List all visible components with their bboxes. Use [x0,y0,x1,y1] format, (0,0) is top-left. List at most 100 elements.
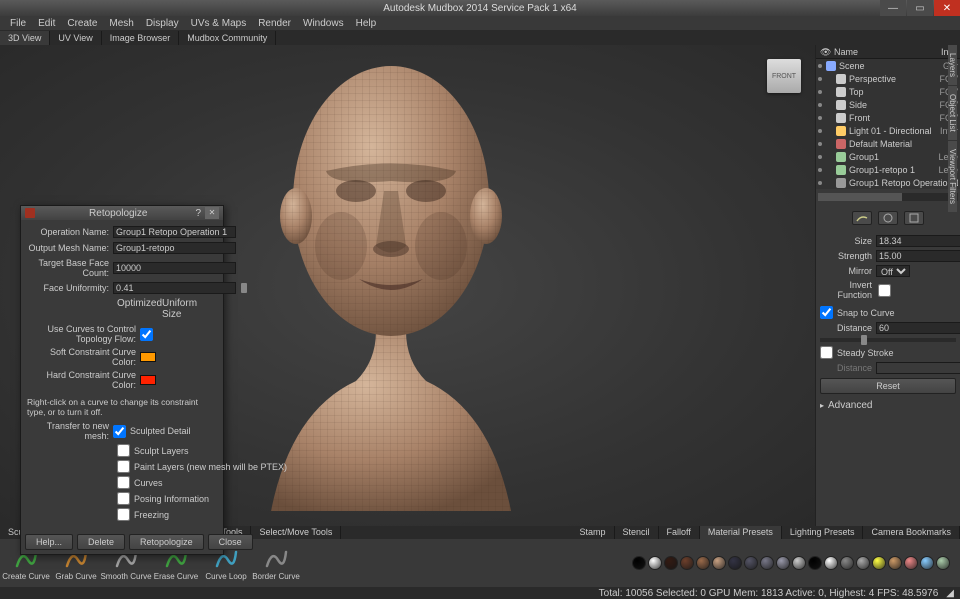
tab-3d-view[interactable]: 3D View [0,31,50,45]
material-swatch[interactable] [920,556,934,570]
tool-mode-square-icon[interactable] [904,211,924,225]
tool-mode-brush-icon[interactable] [852,211,872,225]
scene-scrollbar[interactable] [818,193,958,201]
menu-mesh[interactable]: Mesh [103,18,139,29]
menu-windows[interactable]: Windows [297,18,350,29]
preset-tab-lighting[interactable]: Lighting Presets [782,526,864,539]
shelf-tab-select[interactable]: Select/Move Tools [251,526,341,539]
scene-row[interactable]: Light 01 - DirectionalInter [816,124,960,137]
tab-uv-view[interactable]: UV View [50,31,101,45]
close-button[interactable]: ✕ [934,0,960,16]
scene-row[interactable]: Group1-retopo 1Leve [816,163,960,176]
scene-row[interactable]: Default Material [816,137,960,150]
tab-community[interactable]: Mudbox Community [179,31,276,45]
material-swatch[interactable] [936,556,950,570]
invert-checkbox[interactable] [878,284,891,297]
tool-mode-circle-icon[interactable] [878,211,898,225]
dialog-help-icon[interactable]: ? [195,208,201,219]
mirror-select[interactable]: Off [876,265,910,277]
side-tab-object-list[interactable]: Object List [948,86,957,140]
preset-tab-falloff[interactable]: Falloff [659,526,700,539]
material-swatch[interactable] [776,556,790,570]
dialog-title: Retopologize [41,208,195,219]
dialog-title-bar[interactable]: Retopologize ? ✕ [21,206,223,220]
transfer-check-0[interactable] [113,425,126,438]
retopologize-button[interactable]: Retopologize [129,534,204,550]
menu-display[interactable]: Display [140,18,185,29]
preset-tab-stencil[interactable]: Stencil [615,526,659,539]
material-swatch[interactable] [840,556,854,570]
reset-button[interactable]: Reset [820,378,956,394]
facecount-input[interactable] [113,262,236,274]
hardcolor-swatch[interactable] [140,375,156,385]
material-swatch[interactable] [680,556,694,570]
softcolor-swatch[interactable] [140,352,156,362]
menu-help[interactable]: Help [350,18,383,29]
material-swatch[interactable] [712,556,726,570]
menu-file[interactable]: File [4,18,32,29]
shelf-tool-border-curve[interactable]: Border Curve [256,546,296,581]
material-swatch[interactable] [760,556,774,570]
transfer-check-4[interactable] [117,492,130,505]
advanced-section[interactable]: ▸Advanced [820,400,956,411]
size-input[interactable] [876,235,960,247]
help-button[interactable]: Help... [25,534,73,550]
tab-image-browser[interactable]: Image Browser [102,31,180,45]
material-swatch[interactable] [904,556,918,570]
scene-list[interactable]: SceneGerPerspectiveFOVTopFOVSideFOVFront… [816,59,960,189]
material-swatch[interactable] [744,556,758,570]
minimize-button[interactable]: — [880,0,906,16]
close-dialog-button[interactable]: Close [208,534,253,550]
material-swatch[interactable] [696,556,710,570]
preset-tab-materials[interactable]: Material Presets [700,526,782,539]
delete-button[interactable]: Delete [77,534,125,550]
side-tab-viewport-filters[interactable]: Viewport Filters [948,141,957,212]
material-swatch[interactable] [632,556,646,570]
curve-tool-icon [264,546,288,570]
material-swatch[interactable] [728,556,742,570]
scene-row[interactable]: Group1 Retopo Operation 1 [816,176,960,189]
material-swatch[interactable] [856,556,870,570]
distance-input[interactable] [876,322,960,334]
scene-row[interactable]: FrontFOV [816,111,960,124]
material-swatch[interactable] [648,556,662,570]
name-column[interactable]: Name [830,45,937,58]
preset-tab-stamp[interactable]: Stamp [572,526,615,539]
nav-cube[interactable]: FRONT [767,59,801,93]
transfer-check-3[interactable] [117,476,130,489]
scene-row[interactable]: SideFOV [816,98,960,111]
outmesh-input[interactable] [113,242,236,254]
scene-row[interactable]: TopFOV [816,85,960,98]
opname-input[interactable] [113,226,236,238]
steady-checkbox[interactable] [820,346,833,359]
transfer-check-1[interactable] [117,444,130,457]
menu-edit[interactable]: Edit [32,18,61,29]
menu-render[interactable]: Render [252,18,297,29]
scene-row[interactable]: PerspectiveFOV [816,72,960,85]
transfer-check-2[interactable] [117,460,130,473]
material-swatch[interactable] [888,556,902,570]
material-swatch[interactable] [808,556,822,570]
side-tab-layers[interactable]: Layers [948,45,957,85]
strength-input[interactable] [876,250,960,262]
usecurves-checkbox[interactable] [140,328,153,341]
facecount-label: Target Base Face Count: [25,258,113,278]
maximize-button[interactable]: ▭ [907,0,933,16]
preset-tab-camera[interactable]: Camera Bookmarks [863,526,960,539]
distance-slider[interactable] [820,338,956,342]
resize-grip-icon[interactable]: ◢ [946,588,954,599]
uniformity-input[interactable] [113,282,236,294]
menu-uvs[interactable]: UVs & Maps [185,18,253,29]
side-tab-strip: Layers Object List Viewport Filters [948,45,960,213]
invert-label: Invert Function [820,280,876,300]
material-swatch[interactable] [872,556,886,570]
material-swatch[interactable] [792,556,806,570]
material-swatch[interactable] [664,556,678,570]
scene-row[interactable]: Group1Leve [816,150,960,163]
snap-checkbox[interactable] [820,306,833,319]
transfer-check-5[interactable] [117,508,130,521]
scene-row[interactable]: SceneGer [816,59,960,72]
material-swatch[interactable] [824,556,838,570]
dialog-close-icon[interactable]: ✕ [205,207,219,219]
menu-create[interactable]: Create [61,18,103,29]
